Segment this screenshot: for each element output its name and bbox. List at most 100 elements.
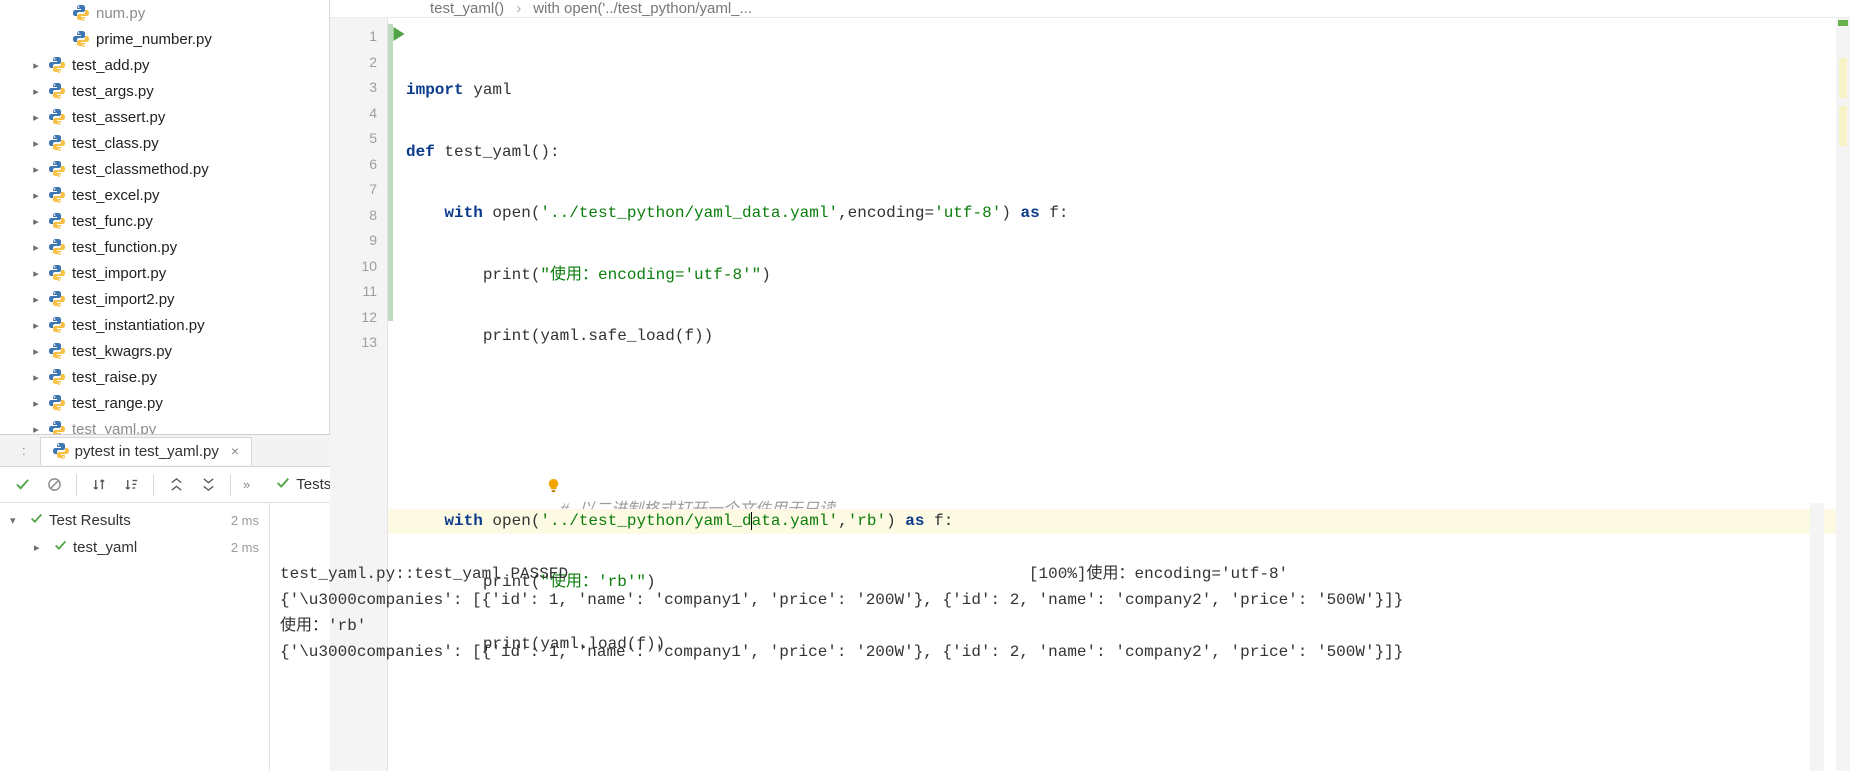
project-tree-item-label: test_function.py xyxy=(72,239,177,256)
chevron-right-icon[interactable]: ▸ xyxy=(24,319,48,332)
chevron-right-icon[interactable]: ▸ xyxy=(24,85,48,98)
gutter-line-number[interactable]: 9 xyxy=(330,228,387,254)
gutter-line-number[interactable]: 1 xyxy=(330,24,387,50)
chevron-right-icon[interactable]: ▸ xyxy=(24,345,48,358)
test-tree-item-label: test_yaml xyxy=(73,539,137,556)
project-tree-item[interactable]: ▸ test_function.py xyxy=(0,234,329,260)
gutter-line-number[interactable]: 7 xyxy=(330,177,387,203)
gutter-line-number[interactable]: 3 xyxy=(330,75,387,101)
breadcrumb-item[interactable]: with open('../test_python/yaml_... xyxy=(533,0,752,17)
gutter-line-number[interactable]: 4 xyxy=(330,101,387,127)
chevron-right-icon[interactable]: ▸ xyxy=(24,215,48,228)
gutter-line-number[interactable]: 12 xyxy=(330,305,387,331)
project-tree-item[interactable]: ▸test_class.py xyxy=(0,130,329,156)
sort-button[interactable] xyxy=(85,471,113,499)
breadcrumb[interactable]: test_yaml() › with open('../test_python/… xyxy=(330,0,1850,18)
gutter-line-number[interactable]: 10 xyxy=(330,254,387,280)
chevron-right-icon[interactable]: ▸ xyxy=(24,293,48,306)
project-tree-item[interactable]: ▸test_instantiation.py xyxy=(0,312,329,338)
code-token: test_yaml(): xyxy=(435,143,560,161)
console-scrollbar[interactable] xyxy=(1810,503,1824,771)
chevron-right-icon[interactable]: ▸ xyxy=(24,111,48,124)
chevron-right-icon[interactable]: ▸ xyxy=(24,189,48,202)
project-tree-item[interactable]: ▸ test_add.py xyxy=(0,52,329,78)
project-tree-item[interactable]: ▸test_classmethod.py xyxy=(0,156,329,182)
project-tree-item[interactable]: ▸ test_yaml.py xyxy=(0,416,329,434)
test-results-tree[interactable]: ▾ Test Results 2 ms ▸ test_yaml 2 ms xyxy=(0,503,270,771)
close-icon[interactable]: × xyxy=(231,443,239,459)
chevron-down-icon[interactable]: ▾ xyxy=(10,514,24,527)
pytest-icon xyxy=(53,443,69,459)
breadcrumb-item[interactable]: test_yaml() xyxy=(430,0,504,17)
show-ignored-button[interactable] xyxy=(40,471,68,499)
code-token: open( xyxy=(483,204,541,222)
project-tree-item[interactable]: ▸ test_excel.py xyxy=(0,182,329,208)
check-icon xyxy=(54,539,67,556)
chevron-right-icon[interactable]: ▸ xyxy=(24,423,48,435)
code-token: print( xyxy=(406,266,540,284)
editor-overview-ruler[interactable] xyxy=(1836,18,1850,771)
project-tree-item-label: test_import.py xyxy=(72,265,166,282)
chevron-right-icon[interactable]: ▸ xyxy=(24,371,48,384)
project-tree-item-label: test_add.py xyxy=(72,57,150,74)
python-file-icon xyxy=(48,82,66,100)
test-tree-item[interactable]: ▸ test_yaml 2 ms xyxy=(0,534,269,561)
project-tree-item-label: test_raise.py xyxy=(72,369,157,386)
test-tree-root[interactable]: ▾ Test Results 2 ms xyxy=(0,507,269,534)
python-file-icon xyxy=(48,186,66,204)
project-tree-item[interactable]: ▸prime_number.py xyxy=(0,26,329,52)
console-output[interactable]: test_yaml.py::test_yaml PASSED [100%]使用：… xyxy=(270,503,1824,771)
separator xyxy=(153,474,154,496)
chevron-right-icon[interactable]: ▸ xyxy=(34,541,48,554)
upper-area: ▸num.py▸prime_number.py▸test_add.py▸test… xyxy=(0,0,1850,435)
code-token: import xyxy=(406,81,464,99)
gutter-line-number[interactable]: 8 xyxy=(330,203,387,229)
project-tree-item[interactable]: ▸test_import2.py xyxy=(0,286,329,312)
gutter-line-number[interactable]: 2 xyxy=(330,50,387,76)
project-tree-item[interactable]: ▸num.py xyxy=(0,0,329,26)
expand-more-icon[interactable]: » xyxy=(243,477,250,492)
project-tree-item[interactable]: ▸ test_import.py xyxy=(0,260,329,286)
code-token: ,encoding= xyxy=(838,204,934,222)
python-file-icon xyxy=(48,56,66,74)
project-tree-item[interactable]: ▸ test_args.py xyxy=(0,78,329,104)
project-tree[interactable]: ▸num.py▸prime_number.py▸test_add.py▸test… xyxy=(0,0,330,434)
run-config-tab[interactable]: pytest in test_yaml.py × xyxy=(40,437,252,465)
python-file-icon xyxy=(48,238,66,256)
gutter-line-number[interactable]: 11 xyxy=(330,279,387,305)
gutter-line-number[interactable]: 13 xyxy=(330,330,387,356)
code-token: f: xyxy=(1040,204,1069,222)
gutter-line-number[interactable]: 5 xyxy=(330,126,387,152)
chevron-right-icon[interactable]: ▸ xyxy=(24,163,48,176)
separator xyxy=(230,474,231,496)
chevron-right-icon[interactable]: ▸ xyxy=(24,241,48,254)
project-tree-item[interactable]: ▸test_func.py xyxy=(0,208,329,234)
check-icon xyxy=(30,512,43,529)
project-tree-item-label: test_yaml.py xyxy=(72,421,156,435)
chevron-right-icon[interactable]: ▸ xyxy=(24,137,48,150)
python-file-icon xyxy=(48,342,66,360)
run-gutter-icon[interactable] xyxy=(392,27,406,44)
python-file-icon xyxy=(48,368,66,386)
expand-all-button[interactable] xyxy=(162,471,190,499)
code-token: ) xyxy=(1001,204,1020,222)
collapse-all-button[interactable] xyxy=(194,471,222,499)
project-tree-item-label: test_range.py xyxy=(72,395,163,412)
python-file-icon xyxy=(48,134,66,152)
project-tree-item[interactable]: ▸ test_range.py xyxy=(0,390,329,416)
chevron-right-icon[interactable]: ▸ xyxy=(24,397,48,410)
project-tree-item-label: prime_number.py xyxy=(96,31,212,48)
python-file-icon xyxy=(72,30,90,48)
code-token: ) xyxy=(761,266,771,284)
gutter-line-number[interactable]: 6 xyxy=(330,152,387,178)
sort-duration-button[interactable] xyxy=(117,471,145,499)
project-tree-item[interactable]: ▸test_kwagrs.py xyxy=(0,338,329,364)
test-tree-root-label: Test Results xyxy=(49,512,131,529)
chevron-right-icon[interactable]: ▸ xyxy=(24,267,48,280)
chevron-right-icon[interactable]: ▸ xyxy=(24,59,48,72)
project-tree-item-label: test_args.py xyxy=(72,83,154,100)
project-tree-item[interactable]: ▸ test_raise.py xyxy=(0,364,329,390)
show-passed-button[interactable] xyxy=(8,471,36,499)
project-tree-item-label: test_excel.py xyxy=(72,187,160,204)
project-tree-item[interactable]: ▸test_assert.py xyxy=(0,104,329,130)
